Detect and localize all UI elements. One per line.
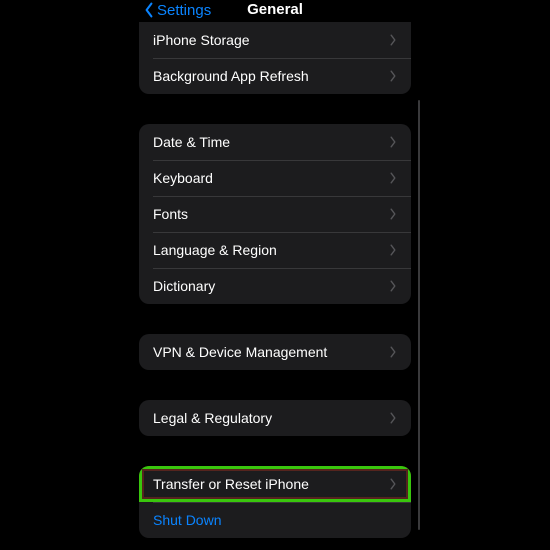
page-title: General (247, 0, 303, 20)
row-label: Transfer or Reset iPhone (153, 476, 309, 492)
settings-row[interactable]: Dictionary (139, 268, 411, 304)
chevron-right-icon (389, 172, 397, 184)
settings-row[interactable]: VPN & Device Management (139, 334, 411, 370)
back-button[interactable]: Settings (143, 2, 211, 19)
chevron-right-icon (389, 346, 397, 358)
chevron-right-icon (389, 478, 397, 490)
settings-group: Legal & Regulatory (139, 400, 411, 436)
row-label: Language & Region (153, 242, 277, 258)
settings-row[interactable]: Date & Time (139, 124, 411, 160)
settings-group: iPhone Storage Background App Refresh (139, 22, 411, 94)
settings-row[interactable]: Keyboard (139, 160, 411, 196)
chevron-right-icon (389, 280, 397, 292)
settings-group: VPN & Device Management (139, 334, 411, 370)
settings-row[interactable]: Fonts (139, 196, 411, 232)
settings-row[interactable]: Shut Down (139, 502, 411, 538)
settings-row[interactable]: Language & Region (139, 232, 411, 268)
row-label: VPN & Device Management (153, 344, 327, 360)
row-label: Background App Refresh (153, 68, 309, 84)
chevron-left-icon (143, 2, 155, 18)
chevron-right-icon (389, 136, 397, 148)
settings-row[interactable]: Background App Refresh (139, 58, 411, 94)
chevron-right-icon (389, 208, 397, 220)
row-label: Fonts (153, 206, 188, 222)
settings-row[interactable]: Legal & Regulatory (139, 400, 411, 436)
row-label: Keyboard (153, 170, 213, 186)
navbar: Settings General (135, 0, 415, 20)
row-label: Dictionary (153, 278, 215, 294)
settings-row[interactable]: Transfer or Reset iPhone (139, 466, 411, 502)
settings-row[interactable]: iPhone Storage (139, 22, 411, 58)
settings-group: Transfer or Reset iPhone Shut Down (139, 466, 411, 538)
row-label: iPhone Storage (153, 32, 250, 48)
row-label: Legal & Regulatory (153, 410, 272, 426)
back-label: Settings (157, 2, 211, 19)
settings-group: Date & Time Keyboard Fonts Language & Regio… (139, 124, 411, 304)
scroll-indicator (418, 100, 420, 530)
chevron-right-icon (389, 70, 397, 82)
row-label: Shut Down (153, 512, 221, 528)
chevron-right-icon (389, 34, 397, 46)
phone-frame: Settings General iPhone Storage Backgroun… (135, 0, 415, 550)
chevron-right-icon (389, 244, 397, 256)
row-label: Date & Time (153, 134, 230, 150)
settings-list: iPhone Storage Background App Refresh Date… (135, 22, 415, 538)
chevron-right-icon (389, 412, 397, 424)
